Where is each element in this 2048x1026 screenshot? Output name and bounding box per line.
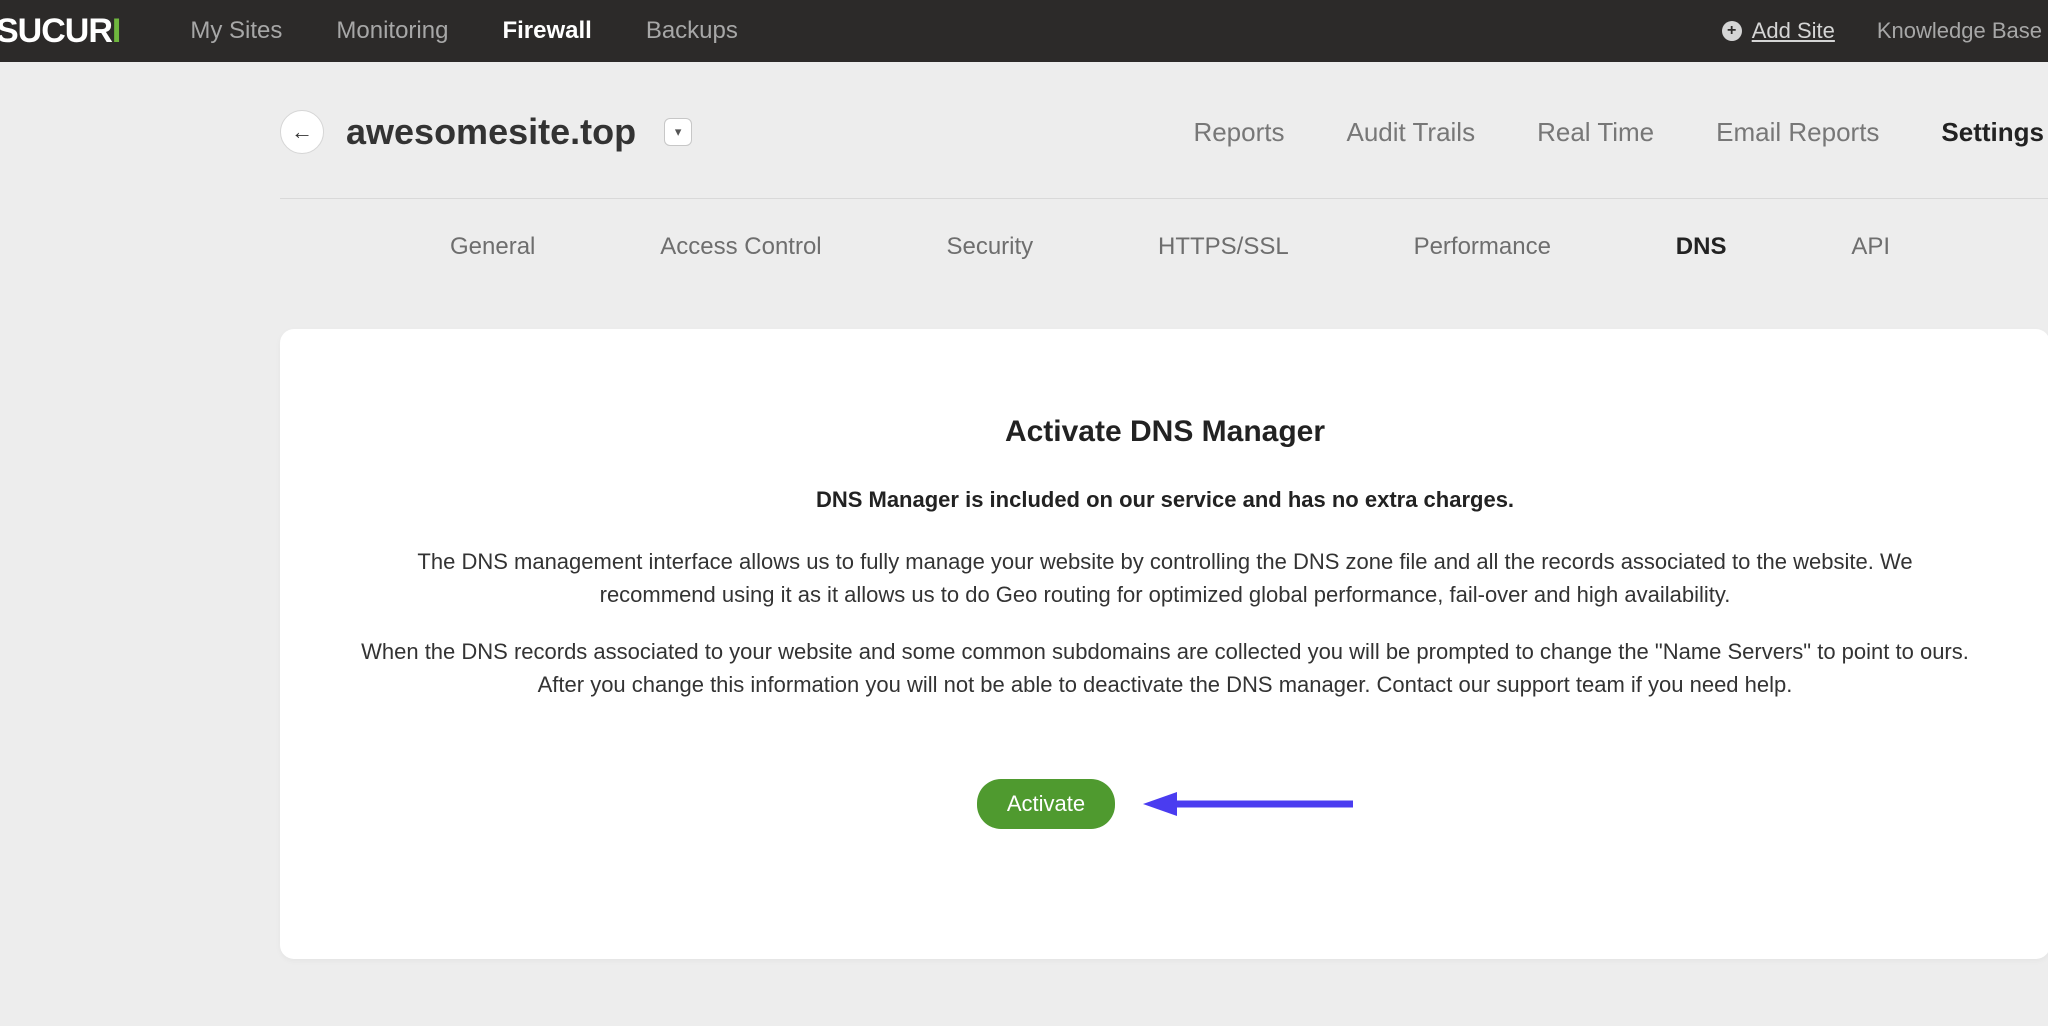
settings-subtabs: General Access Control Security HTTPS/SS… <box>280 233 2048 261</box>
tab-audit-trails[interactable]: Audit Trails <box>1346 117 1475 148</box>
top-nav: SUCURI My Sites Monitoring Firewall Back… <box>0 0 2048 62</box>
nav-firewall[interactable]: Firewall <box>502 17 591 45</box>
header-divider <box>280 198 2048 199</box>
panel-paragraph-2: When the DNS records associated to your … <box>360 635 1970 701</box>
activate-row: Activate <box>340 779 1990 829</box>
back-button[interactable]: ← <box>280 110 324 154</box>
activate-button[interactable]: Activate <box>977 779 1115 829</box>
panel-subhead: DNS Manager is included on our service a… <box>340 487 1990 513</box>
tab-real-time[interactable]: Real Time <box>1537 117 1654 148</box>
subtab-dns[interactable]: DNS <box>1676 233 1727 261</box>
plus-icon: + <box>1722 21 1742 41</box>
dns-manager-panel: Activate DNS Manager DNS Manager is incl… <box>280 329 2048 959</box>
subtab-security[interactable]: Security <box>946 233 1033 261</box>
nav-my-sites[interactable]: My Sites <box>190 17 282 45</box>
subtab-general[interactable]: General <box>450 233 535 261</box>
tab-email-reports[interactable]: Email Reports <box>1716 117 1879 148</box>
subtab-https-ssl[interactable]: HTTPS/SSL <box>1158 233 1289 261</box>
site-title: awesomesite.top <box>346 111 636 153</box>
knowledge-base-link[interactable]: Knowledge Base <box>1877 18 2042 44</box>
chevron-down-icon: ▾ <box>675 124 682 140</box>
site-dropdown-toggle[interactable]: ▾ <box>664 118 692 146</box>
subtab-api[interactable]: API <box>1851 233 1890 261</box>
panel-title: Activate DNS Manager <box>340 415 1990 449</box>
add-site-group: + Add Site <box>1722 18 1835 44</box>
nav-monitoring[interactable]: Monitoring <box>336 17 448 45</box>
nav-right: + Add Site Knowledge Base <box>1722 18 2048 44</box>
page-header: ← awesomesite.top ▾ Reports Audit Trails… <box>0 62 2048 154</box>
add-site-link[interactable]: Add Site <box>1752 18 1835 44</box>
subtab-access-control[interactable]: Access Control <box>660 233 821 261</box>
arrow-left-icon: ← <box>291 119 313 145</box>
nav-backups[interactable]: Backups <box>646 17 738 45</box>
tab-settings[interactable]: Settings <box>1941 117 2044 148</box>
subtab-performance[interactable]: Performance <box>1414 233 1551 261</box>
tab-reports[interactable]: Reports <box>1193 117 1284 148</box>
panel-paragraph-1: The DNS management interface allows us t… <box>360 545 1970 611</box>
primary-nav: My Sites Monitoring Firewall Backups <box>190 17 738 45</box>
brand-logo: SUCURI <box>0 12 160 51</box>
annotation-arrow-icon <box>1143 792 1353 816</box>
